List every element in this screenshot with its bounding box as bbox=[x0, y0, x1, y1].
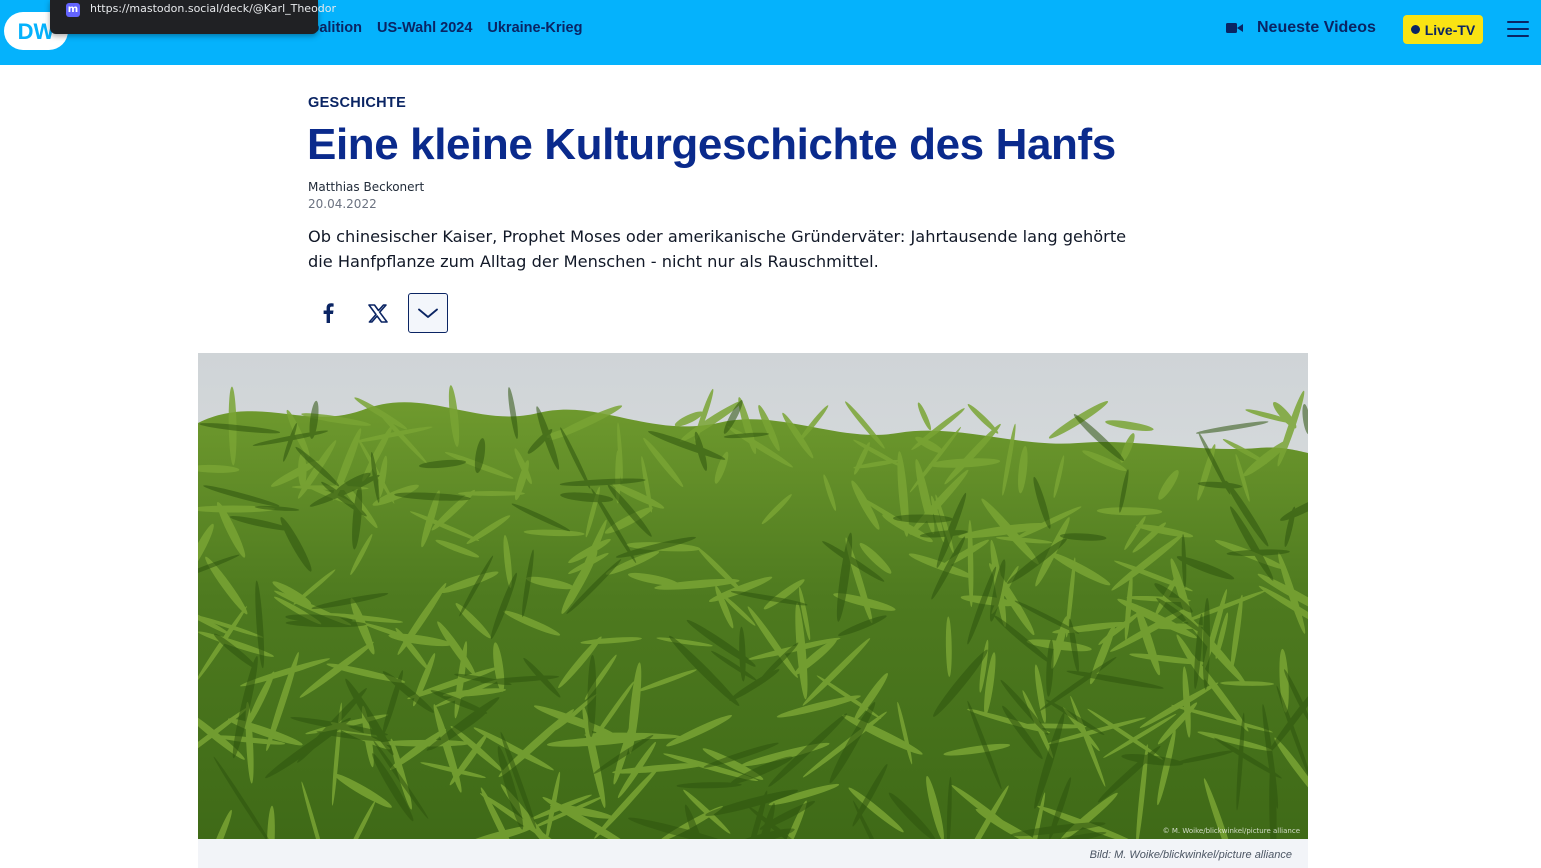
article-author[interactable]: Matthias Beckonert bbox=[308, 180, 424, 194]
article-date: 20.04.2022 bbox=[308, 197, 377, 211]
nav-item-us-wahl[interactable]: US-Wahl 2024 bbox=[377, 20, 472, 36]
image-caption: Bild: M. Woike/blickwinkel/picture allia… bbox=[1089, 849, 1292, 861]
nav-item-ukraine-krieg[interactable]: Ukraine-Krieg bbox=[487, 20, 582, 36]
link-preview-url: https://mastodon.social/deck/@Karl_Theod… bbox=[90, 2, 337, 15]
link-preview-tooltip: m https://mastodon.social/deck/@Karl_The… bbox=[50, 0, 336, 34]
latest-videos-link[interactable]: Neueste Videos bbox=[1226, 19, 1376, 37]
x-twitter-icon bbox=[368, 303, 388, 323]
chevron-down-icon bbox=[418, 308, 438, 318]
top-nav: Koalition US-Wahl 2024 Ukraine-Krieg bbox=[300, 20, 582, 36]
live-dot-icon bbox=[1410, 25, 1420, 34]
hero-image-overlay-credit: © M. Woike/blickwinkel/picture alliance bbox=[1162, 827, 1300, 835]
live-tv-button[interactable]: Live-TV bbox=[1403, 15, 1483, 44]
article-lead: Ob chinesischer Kaiser, Prophet Moses od… bbox=[308, 224, 1208, 274]
image-caption-bar: Bild: M. Woike/blickwinkel/picture allia… bbox=[198, 839, 1308, 868]
hemp-field-illustration bbox=[198, 353, 1308, 839]
live-tv-label: Live-TV bbox=[1424, 21, 1476, 38]
facebook-icon bbox=[323, 303, 334, 323]
article-lead-line-1: Ob chinesischer Kaiser, Prophet Moses od… bbox=[308, 227, 1127, 246]
share-facebook-button[interactable] bbox=[308, 293, 348, 333]
article-kicker[interactable]: GESCHICHTE bbox=[308, 95, 406, 111]
hamburger-menu-icon[interactable] bbox=[1507, 21, 1529, 38]
share-more-button[interactable] bbox=[408, 293, 448, 333]
article-title: Eine kleine Kulturgeschichte des Hanfs bbox=[307, 120, 1116, 169]
hero-image: © M. Woike/blickwinkel/picture alliance bbox=[198, 353, 1308, 839]
share-x-button[interactable] bbox=[358, 293, 398, 333]
mastodon-icon: m bbox=[66, 3, 80, 17]
video-camera-icon bbox=[1226, 23, 1243, 33]
latest-videos-label: Neueste Videos bbox=[1257, 19, 1376, 36]
article-lead-line-2: die Hanfpflanze zum Alltag der Menschen … bbox=[308, 252, 879, 271]
